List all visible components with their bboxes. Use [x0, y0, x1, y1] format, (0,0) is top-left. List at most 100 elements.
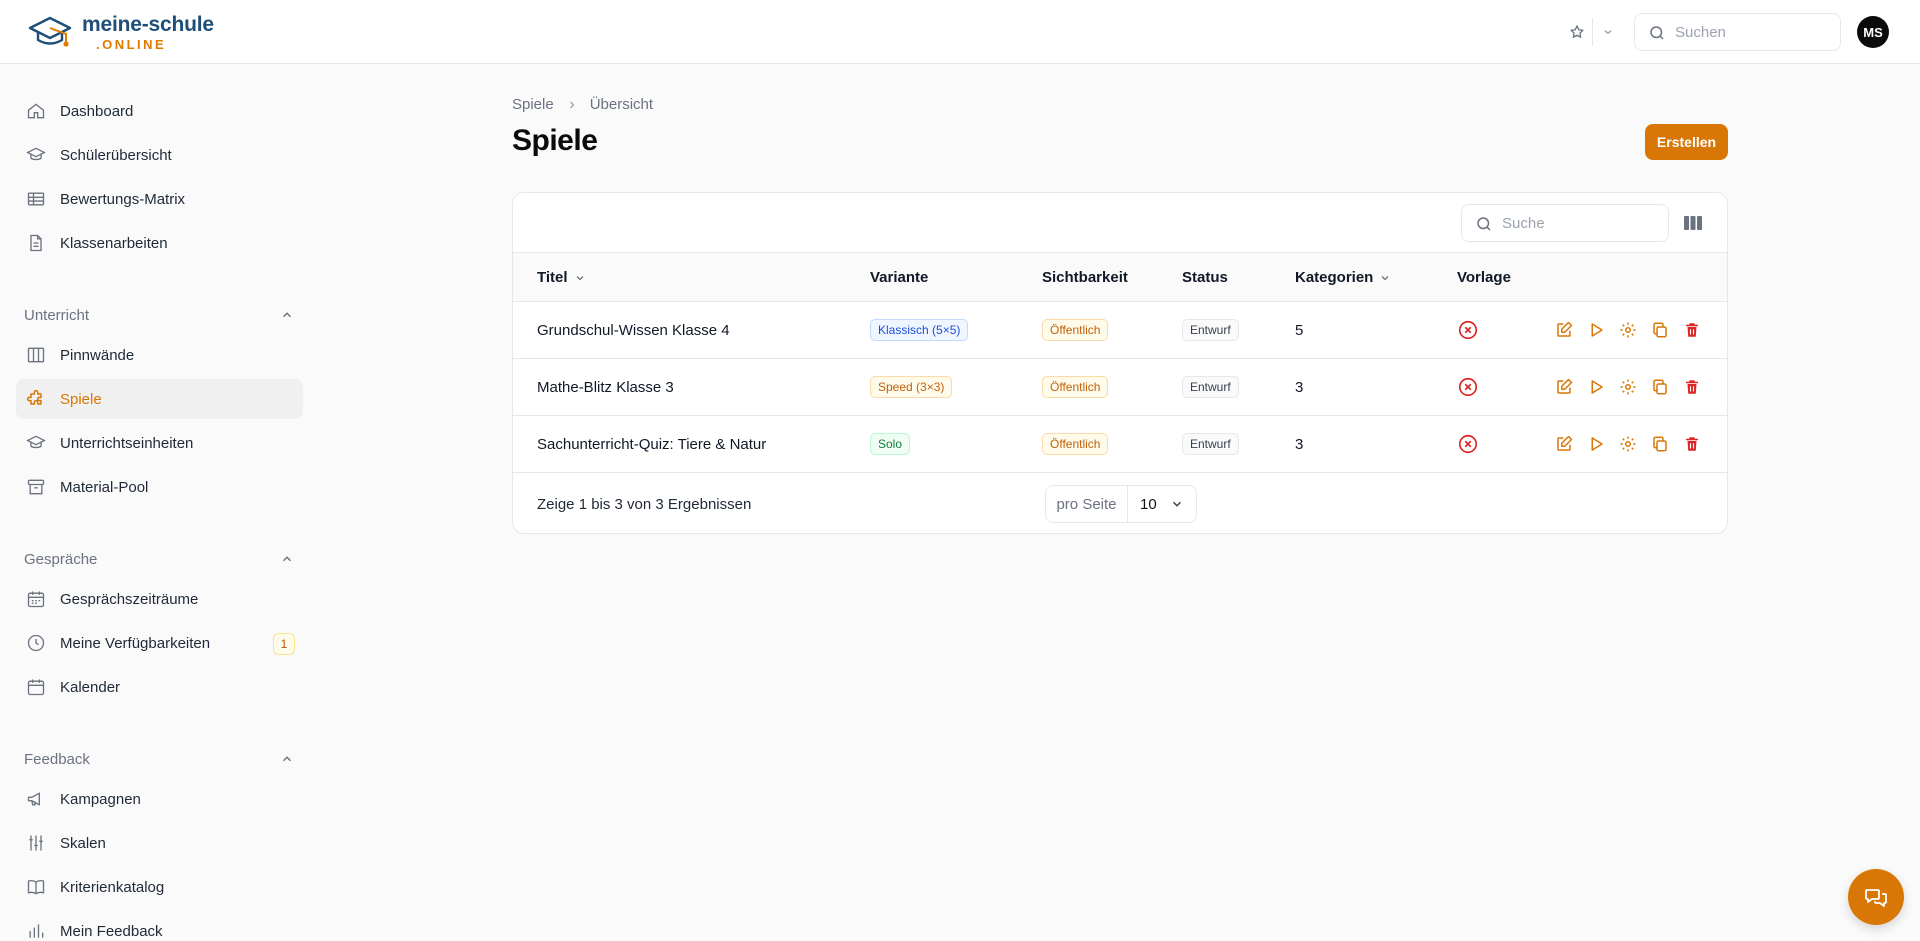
logo[interactable]: meine-schule .ONLINE [26, 12, 214, 52]
row-title: Mathe-Blitz Klasse 3 [537, 378, 674, 396]
sidebar-item-label: Bewertungs-Matrix [60, 190, 186, 208]
duplicate-icon[interactable] [1650, 434, 1670, 454]
delete-trash-icon[interactable] [1682, 377, 1702, 397]
column-header-label: Variante [870, 269, 929, 286]
sidebar-group-label: Unterricht [24, 306, 90, 324]
sidebar-group-unterricht[interactable]: Unterricht [24, 303, 294, 327]
chevron-right-icon [566, 99, 578, 111]
favorites-chevron-down-icon[interactable] [1597, 21, 1619, 43]
global-search[interactable] [1634, 13, 1841, 51]
sidebar-item-pinnwaende[interactable]: Pinnwände [16, 335, 303, 375]
sidebar-item-label: Gesprächszeiträume [60, 590, 199, 608]
chat-button[interactable] [1848, 869, 1904, 925]
sidebar-item-schueleruebersicht[interactable]: Schülerübersicht [16, 135, 303, 175]
sidebar-item-kalender[interactable]: Kalender [16, 667, 303, 707]
column-header-vorlage: Vorlage [1457, 253, 1511, 302]
visibility-badge: Öffentlich [1042, 433, 1109, 455]
column-header-kategorien[interactable]: Kategorien [1295, 253, 1391, 302]
duplicate-icon[interactable] [1650, 320, 1670, 340]
edit-icon[interactable] [1554, 320, 1574, 340]
chevron-up-icon [282, 756, 292, 762]
sidebar-item-label: Meine Verfügbarkeiten [60, 634, 211, 652]
table-row[interactable]: Sachunterricht-Quiz: Tiere & Natur Solo … [513, 416, 1727, 473]
sidebar-item-label: Mein Feedback [60, 922, 163, 940]
sidebar-item-kampagnen[interactable]: Kampagnen [16, 779, 303, 819]
edit-icon[interactable] [1554, 434, 1574, 454]
row-title: Grundschul-Wissen Klasse 4 [537, 321, 730, 339]
page-title: Spiele [512, 124, 598, 157]
row-categories: 3 [1295, 378, 1304, 396]
sort-chevron-down-icon [574, 272, 586, 284]
book-icon [24, 875, 48, 899]
table-search[interactable] [1461, 204, 1669, 242]
sidebar-item-spiele[interactable]: Spiele [16, 379, 303, 419]
logo-mark-icon [28, 16, 72, 47]
per-page-value-text: 10 [1140, 495, 1157, 513]
row-categories: 5 [1295, 321, 1304, 339]
sidebar-item-skalen[interactable]: Skalen [16, 823, 303, 863]
edit-icon[interactable] [1554, 377, 1574, 397]
template-no-icon [1457, 302, 1479, 358]
user-avatar[interactable]: MS [1857, 16, 1889, 48]
sidebar-item-label: Schülerübersicht [60, 146, 172, 164]
sidebar-item-klassenarbeiten[interactable]: Klassenarbeiten [16, 223, 303, 263]
play-icon[interactable] [1586, 320, 1606, 340]
sidebar-item-label: Material-Pool [60, 478, 149, 496]
sidebar-item-material-pool[interactable]: Material-Pool [16, 467, 303, 507]
sidebar: Dashboard Schülerübersicht Bewertungs-Ma… [0, 65, 320, 941]
settings-gear-icon[interactable] [1618, 434, 1638, 454]
play-icon[interactable] [1586, 377, 1606, 397]
column-header-titel[interactable]: Titel [537, 253, 586, 302]
global-search-input[interactable] [1675, 23, 1825, 41]
sidebar-item-meine-verfuegbarkeiten[interactable]: Meine Verfügbarkeiten 1 [16, 623, 303, 663]
sidebar-item-kriterienkatalog[interactable]: Kriterienkatalog [16, 867, 303, 907]
results-summary: Zeige 1 bis 3 von 3 Ergebnissen [537, 495, 752, 513]
table-search-input[interactable] [1502, 214, 1652, 232]
table-row[interactable]: Mathe-Blitz Klasse 3 Speed (3×3) Öffentl… [513, 359, 1727, 416]
table-toolbar [513, 193, 1727, 253]
column-header-sichtbarkeit: Sichtbarkeit [1042, 253, 1128, 302]
settings-gear-icon[interactable] [1618, 320, 1638, 340]
delete-trash-icon[interactable] [1682, 434, 1702, 454]
sort-chevron-down-icon [1379, 272, 1391, 284]
sidebar-group-label: Feedback [24, 750, 90, 768]
per-page-select[interactable]: pro Seite 10 [1045, 485, 1197, 523]
favorite-star-icon[interactable] [1566, 21, 1588, 43]
table-footer: Zeige 1 bis 3 von 3 Ergebnissen pro Seit… [513, 473, 1727, 533]
sidebar-item-unterrichtseinheiten[interactable]: Unterrichtseinheiten [16, 423, 303, 463]
chevron-up-icon [282, 312, 292, 318]
sidebar-item-gespraechszeitraeume[interactable]: Gesprächszeiträume [16, 579, 303, 619]
sliders-icon [24, 831, 48, 855]
chevron-down-icon [1172, 501, 1182, 507]
topbar-divider [1592, 18, 1593, 46]
chevron-up-icon [282, 556, 292, 562]
per-page-value[interactable]: 10 [1128, 486, 1196, 522]
breadcrumb-root[interactable]: Spiele [512, 96, 554, 113]
table-row[interactable]: Grundschul-Wissen Klasse 4 Klassisch (5×… [513, 302, 1727, 359]
table-icon [24, 187, 48, 211]
variant-badge: Solo [870, 433, 911, 455]
archive-icon [24, 475, 48, 499]
duplicate-icon[interactable] [1650, 377, 1670, 397]
sidebar-item-label: Dashboard [60, 102, 134, 120]
create-button[interactable]: Erstellen [1645, 124, 1728, 160]
settings-gear-icon[interactable] [1618, 377, 1638, 397]
sidebar-item-dashboard[interactable]: Dashboard [16, 91, 303, 131]
template-no-icon [1457, 416, 1479, 472]
column-header-label: Status [1182, 269, 1228, 286]
sidebar-group-feedback[interactable]: Feedback [24, 747, 294, 771]
calendar-range-icon [24, 587, 48, 611]
sidebar-item-label: Kriterienkatalog [60, 878, 165, 896]
delete-trash-icon[interactable] [1682, 320, 1702, 340]
megaphone-icon [24, 787, 48, 811]
column-header-variante: Variante [870, 253, 928, 302]
sidebar-group-gespraeche[interactable]: Gespräche [24, 547, 294, 571]
search-icon [1650, 26, 1664, 40]
column-toggle-icon[interactable] [1683, 213, 1703, 233]
play-icon[interactable] [1586, 434, 1606, 454]
sidebar-item-bewertungs-matrix[interactable]: Bewertungs-Matrix [16, 179, 303, 219]
brand-name: meine-schule [82, 12, 214, 36]
sidebar-item-mein-feedback[interactable]: Mein Feedback [16, 911, 303, 941]
template-no-icon [1457, 359, 1479, 415]
row-title: Sachunterricht-Quiz: Tiere & Natur [537, 435, 767, 453]
